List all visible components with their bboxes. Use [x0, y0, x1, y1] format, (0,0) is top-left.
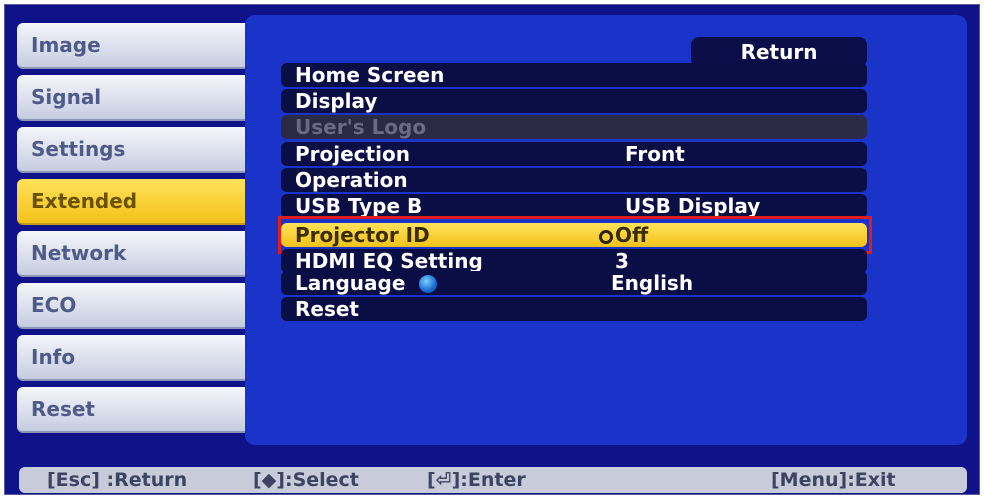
menu-row-operation[interactable]: Operation — [281, 168, 867, 192]
tab-reset[interactable]: Reset — [17, 387, 247, 433]
tab-extended[interactable]: Extended — [17, 179, 265, 225]
menu-row-usb-type-b[interactable]: USB Type B USB Display — [281, 194, 867, 218]
tab-network[interactable]: Network — [17, 231, 247, 277]
tab-eco[interactable]: ECO — [17, 283, 247, 329]
menu-row-label: Operation — [295, 168, 408, 192]
enter-hint: [⏎]:Enter — [427, 469, 526, 491]
globe-icon — [419, 275, 438, 293]
menu-row-language[interactable]: Language English — [281, 271, 867, 295]
menu-row-label: Home Screen — [295, 63, 445, 87]
menu-row-home-screen[interactable]: Home Screen — [281, 63, 867, 87]
menu-row-value: English — [611, 271, 694, 295]
tab-info[interactable]: Info — [17, 335, 247, 381]
menu-row-value: USB Display — [625, 194, 761, 218]
projector-menu-screen: Image Signal Settings Extended Network E… — [4, 4, 980, 495]
menu-row-users-logo: User's Logo — [281, 115, 867, 139]
menu-row-label: Display — [295, 89, 378, 113]
menu-row-projection[interactable]: Projection Front — [281, 142, 867, 166]
menu-row-value: 3 — [615, 249, 629, 273]
menu-row-reset[interactable]: Reset — [281, 297, 867, 321]
menu-row-hdmi-eq-setting[interactable]: HDMI EQ Setting 3 — [281, 249, 867, 273]
select-hint: [◆]:Select — [253, 469, 359, 491]
esc-return-hint: [Esc] :Return — [47, 469, 188, 491]
tab-settings[interactable]: Settings — [17, 127, 247, 173]
menu-row-label: HDMI EQ Setting — [295, 249, 483, 273]
key-hint-bar: [Esc] :Return [◆]:Select [⏎]:Enter [Menu… — [19, 467, 967, 493]
menu-row-value: Front — [625, 142, 685, 166]
tab-image[interactable]: Image — [17, 23, 247, 69]
tab-signal[interactable]: Signal — [17, 75, 247, 121]
menu-exit-hint: [Menu]:Exit — [771, 469, 896, 491]
menu-row-label: Projection — [295, 142, 410, 166]
menu-row-label: Reset — [295, 297, 359, 321]
menu-row-label: User's Logo — [295, 115, 427, 139]
menu-tab-column: Image Signal Settings Extended Network E… — [13, 19, 265, 435]
menu-row-label: USB Type B — [295, 194, 423, 218]
menu-row-label-wrap: Language — [295, 271, 438, 295]
menu-row-label: Language — [295, 271, 406, 295]
menu-row-display[interactable]: Display — [281, 89, 867, 113]
